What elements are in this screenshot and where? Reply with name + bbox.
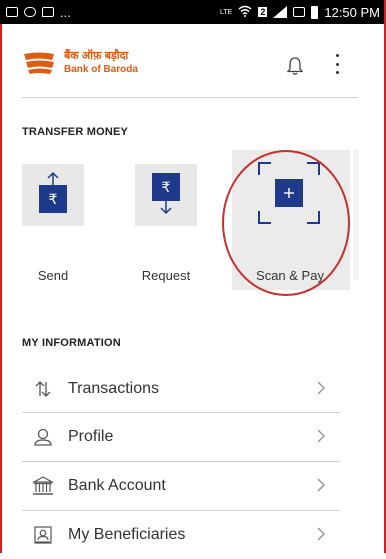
dot	[335, 71, 339, 74]
beneficiaries-icon	[32, 524, 54, 546]
brand-name-english: Bank of Baroda	[64, 64, 138, 75]
sim-indicator: 2	[258, 7, 268, 17]
chevron-right-icon	[316, 380, 326, 401]
send-label: Send	[37, 268, 69, 283]
baroda-logo-icon	[22, 51, 56, 75]
list-item-bank-account[interactable]: Bank Account	[22, 461, 340, 510]
header-divider	[22, 97, 358, 98]
clock: 12:50 PM	[324, 4, 380, 20]
transactions-label: Transactions	[68, 379, 159, 397]
network-type: LTE	[220, 8, 233, 16]
section-title-transfer: TRANSFER MONEY	[22, 126, 129, 138]
edge-border-left	[0, 24, 2, 553]
section-title-info: MY INFORMATION	[22, 337, 121, 349]
svg-text:₹: ₹	[49, 192, 58, 208]
profile-label: Profile	[68, 427, 114, 445]
battery-icon	[311, 5, 319, 19]
app-header: बैंक ऑफ़ बड़ौदा Bank of Baroda	[0, 24, 386, 98]
scan-plus-icon	[257, 161, 321, 230]
bank-logo: बैंक ऑफ़ बड़ौदा Bank of Baroda	[22, 50, 138, 76]
person-icon	[32, 426, 54, 448]
signal-icon	[273, 6, 288, 18]
brand-name-hindi: बैंक ऑफ़ बड़ौदा	[64, 50, 129, 62]
gallery-icon	[6, 7, 18, 17]
bell-icon	[286, 57, 304, 80]
scan-pay-button[interactable]	[258, 161, 320, 226]
list-item-profile[interactable]: Profile	[22, 412, 340, 461]
more-notifications: ...	[60, 4, 71, 20]
request-button[interactable]: ₹	[135, 164, 197, 226]
svg-text:₹: ₹	[162, 180, 171, 196]
request-label: Request	[141, 268, 191, 283]
scroll-edge	[353, 150, 359, 280]
list-item-transactions[interactable]: Transactions	[22, 364, 340, 413]
status-bar: ... LTE 2 12:50 PM	[0, 0, 386, 24]
notifications-button[interactable]	[286, 56, 304, 81]
arrows-updown-icon	[32, 378, 54, 400]
rupee-up-icon: ₹	[36, 171, 70, 220]
chevron-right-icon	[316, 428, 326, 449]
bank-account-label: Bank Account	[68, 476, 166, 494]
bag-icon	[24, 7, 36, 17]
dot	[335, 62, 339, 66]
wifi-icon	[238, 5, 252, 20]
chevron-right-icon	[316, 526, 326, 547]
bank-icon	[32, 475, 54, 497]
list-item-beneficiaries[interactable]: My Beneficiaries	[22, 510, 340, 559]
beneficiaries-label: My Beneficiaries	[68, 525, 186, 543]
overflow-menu-button[interactable]	[334, 54, 340, 74]
scan-pay-label: Scan & Pay	[256, 268, 324, 283]
screenshot-icon	[293, 7, 306, 17]
message-icon	[42, 7, 54, 17]
chevron-right-icon	[316, 477, 326, 498]
rupee-down-icon: ₹	[149, 171, 183, 220]
dot	[335, 54, 339, 57]
send-button[interactable]: ₹	[22, 164, 84, 226]
